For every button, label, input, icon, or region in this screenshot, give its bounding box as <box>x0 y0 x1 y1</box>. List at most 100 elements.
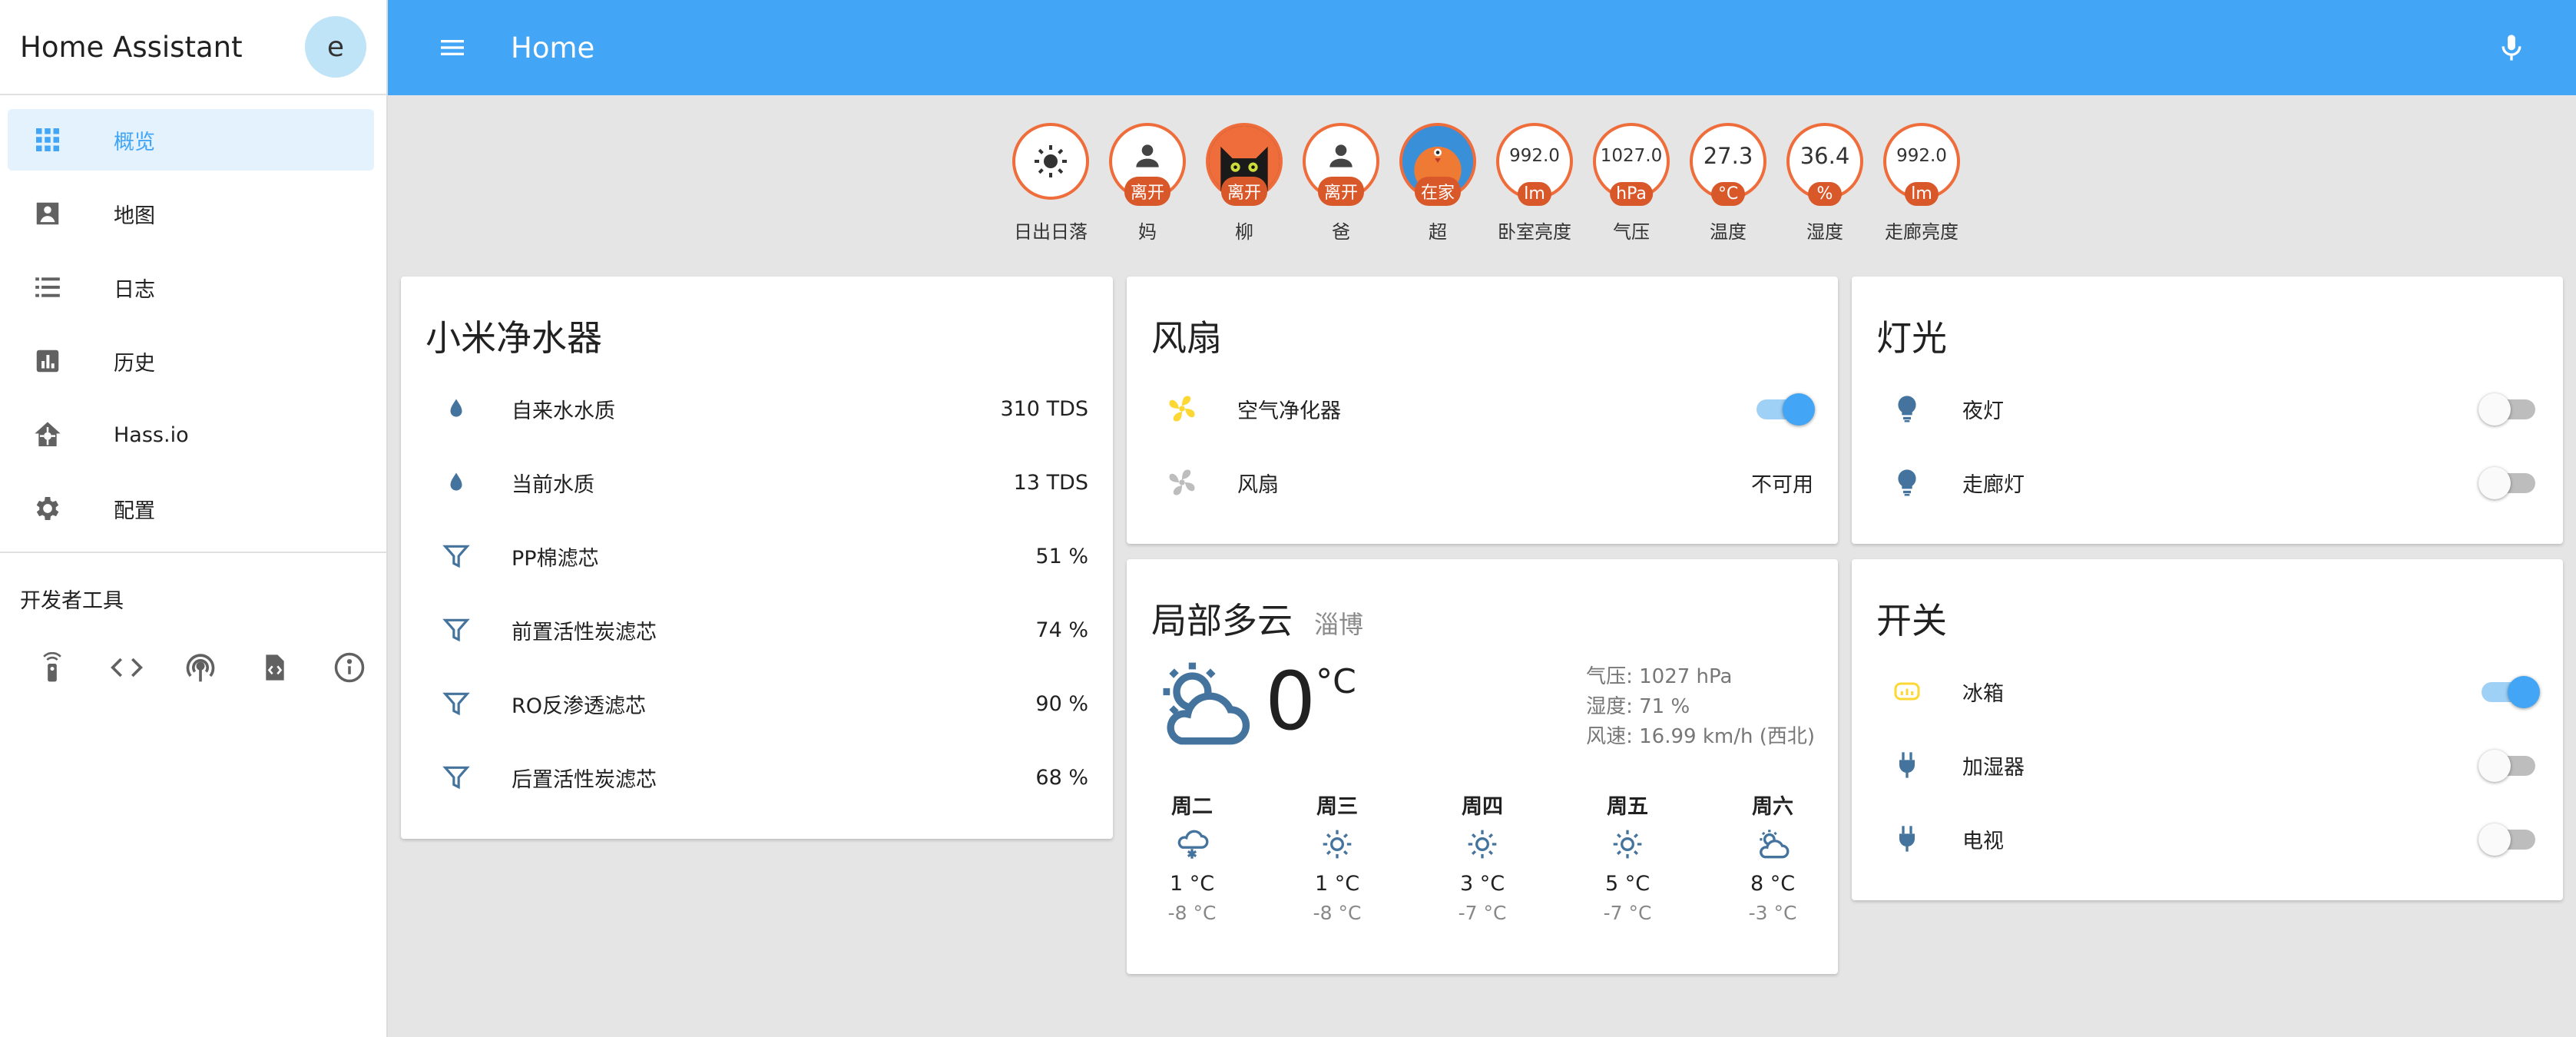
filter-icon <box>433 681 479 727</box>
entity-row[interactable]: 空气净化器 <box>1127 372 1838 446</box>
sidebar: Home Assistant e 概览 地图 日志 历史 Hass.io 配置 … <box>0 0 388 1037</box>
remote-icon[interactable] <box>15 629 90 706</box>
badge-tag: hPa <box>1610 182 1653 206</box>
badge-hallway-lux[interactable]: 992.0 lm 走廊亮度 <box>1873 123 1970 244</box>
badge-person-chao[interactable]: 在家 超 <box>1389 123 1486 244</box>
sidebar-item-hassio[interactable]: Hass.io <box>8 404 374 465</box>
sidebar-item-history[interactable]: 历史 <box>8 330 374 392</box>
voice-button[interactable] <box>2481 17 2542 78</box>
weather-forecast: 周二 1 °C -8 °C 周三 1 °C -8 °C 周四 3 °C -7 °… <box>1127 790 1838 924</box>
current-temperature: 0°C <box>1265 651 1356 790</box>
badge-humidity[interactable]: 36.4 % 湿度 <box>1776 123 1873 244</box>
toggle-switch[interactable] <box>1753 393 1815 426</box>
forecast-low: -7 °C <box>1603 902 1652 924</box>
dev-tools-title: 开发者工具 <box>20 589 124 613</box>
page-title: Home <box>511 31 595 65</box>
entity-name: 夜灯 <box>1962 399 2004 423</box>
sidebar-item-config[interactable]: 配置 <box>8 478 374 539</box>
badge-tag: % <box>1808 182 1842 206</box>
entity-row[interactable]: 风扇 不可用 <box>1127 446 1838 519</box>
power-plug-icon <box>1884 742 1930 788</box>
badge-tag: °C <box>1711 182 1745 206</box>
sidebar-item-label: 配置 <box>114 499 155 523</box>
badge-bedroom-lux[interactable]: 992.0 lm 卧室亮度 <box>1486 123 1583 244</box>
weather-card[interactable]: 局部多云 淄博 0°C 气压: 1027 hPa 湿度: 71 % 风速: 16… <box>1127 559 1838 974</box>
entity-row[interactable]: 夜灯 <box>1852 372 2563 446</box>
badge-person-dad[interactable]: 离开 爸 <box>1293 123 1389 244</box>
menu-button[interactable] <box>422 17 483 78</box>
forecast-low: -8 °C <box>1167 902 1217 924</box>
toggle-switch[interactable] <box>2478 823 2538 856</box>
fan-icon <box>1159 459 1205 505</box>
badge-label: 气压 <box>1613 221 1650 243</box>
entity-row[interactable]: 冰箱 <box>1852 654 2563 728</box>
entity-row[interactable]: 自来水水质 310 TDS <box>401 372 1113 446</box>
badge-tag: lm <box>1518 182 1551 206</box>
entity-row[interactable]: PP棉滤芯 51 % <box>401 519 1113 593</box>
user-avatar[interactable]: e <box>305 16 366 78</box>
filter-icon <box>433 754 479 800</box>
entity-row[interactable]: 后置活性炭滤芯 68 % <box>401 740 1113 814</box>
badge-temperature[interactable]: 27.3 °C 温度 <box>1680 123 1776 244</box>
forecast-high: 8 °C <box>1750 872 1796 896</box>
weather-location: 淄博 <box>1314 610 1364 639</box>
lightbulb-icon <box>1884 459 1930 505</box>
badge-circle: 离开 <box>1109 123 1186 206</box>
list-icon <box>25 264 71 310</box>
weather-header: 局部多云 淄博 <box>1127 559 1838 651</box>
file-code-icon[interactable] <box>238 629 313 706</box>
badge-tag: 离开 <box>1220 177 1268 206</box>
broadcast-icon[interactable] <box>164 629 238 706</box>
info-icon[interactable] <box>312 629 386 706</box>
entity-row[interactable]: 加湿器 <box>1852 728 2563 802</box>
gear-icon <box>25 485 71 532</box>
toggle-switch[interactable] <box>2478 393 2538 426</box>
badge-tag: 在家 <box>1414 177 1462 206</box>
forecast-low: -3 °C <box>1748 902 1797 924</box>
weather-condition: 局部多云 <box>1151 600 1293 641</box>
entity-value: 不可用 <box>1751 472 1813 497</box>
toggle-switch[interactable] <box>2478 676 2540 708</box>
filter-icon <box>433 533 479 579</box>
entity-row[interactable]: 电视 <box>1852 802 2563 876</box>
badge-person-mom[interactable]: 离开 妈 <box>1099 123 1196 244</box>
badge-label: 妈 <box>1138 221 1157 243</box>
chart-icon <box>25 338 71 384</box>
badge-value: 992.0 <box>1896 146 1947 166</box>
badge-person-liu[interactable]: 离开 柳 <box>1196 123 1293 244</box>
badge-circle: 离开 <box>1303 123 1379 206</box>
card-title: 开关 <box>1876 600 1947 641</box>
badge-tag: 离开 <box>1317 177 1365 206</box>
badge-pressure[interactable]: 1027.0 hPa 气压 <box>1583 123 1680 244</box>
code-icon[interactable] <box>90 629 164 706</box>
badge-circle: 36.4 % <box>1786 123 1863 206</box>
entity-value: 68 % <box>1035 765 1088 790</box>
badge-circle: 27.3 °C <box>1690 123 1766 206</box>
forecast-day: 周四 3 °C -7 °C <box>1440 790 1525 924</box>
sidebar-item-overview[interactable]: 概览 <box>8 109 374 171</box>
forecast-weekday: 周二 <box>1171 795 1213 819</box>
entity-row[interactable]: 走廊灯 <box>1852 446 2563 519</box>
toggle-switch[interactable] <box>2478 467 2538 499</box>
entity-name: 当前水质 <box>512 472 594 497</box>
entity-name: 加湿器 <box>1962 755 2025 780</box>
forecast-day: 周二 1 °C -8 °C <box>1150 790 1234 924</box>
entity-name: 电视 <box>1962 829 2004 853</box>
sidebar-item-logbook[interactable]: 日志 <box>8 257 374 318</box>
badge-sun[interactable]: 日出日落 <box>1002 123 1099 244</box>
forecast-day: 周六 8 °C -3 °C <box>1730 790 1815 924</box>
grid-icon <box>25 117 71 163</box>
badge-label: 超 <box>1429 221 1447 243</box>
entity-row[interactable]: RO反渗透滤芯 90 % <box>401 667 1113 740</box>
badge-value: 1027.0 <box>1600 146 1663 166</box>
toggle-switch[interactable] <box>2478 750 2538 782</box>
entity-row[interactable]: 前置活性炭滤芯 74 % <box>401 593 1113 667</box>
entity-name: RO反渗透滤芯 <box>512 694 647 718</box>
forecast-high: 1 °C <box>1314 872 1360 896</box>
fan-icon <box>1159 386 1205 432</box>
lightbulb-icon <box>1884 386 1930 432</box>
badge-circle: 992.0 lm <box>1883 123 1960 206</box>
entity-row[interactable]: 当前水质 13 TDS <box>401 446 1113 519</box>
card-title: 灯光 <box>1876 317 1947 359</box>
sidebar-item-map[interactable]: 地图 <box>8 183 374 244</box>
